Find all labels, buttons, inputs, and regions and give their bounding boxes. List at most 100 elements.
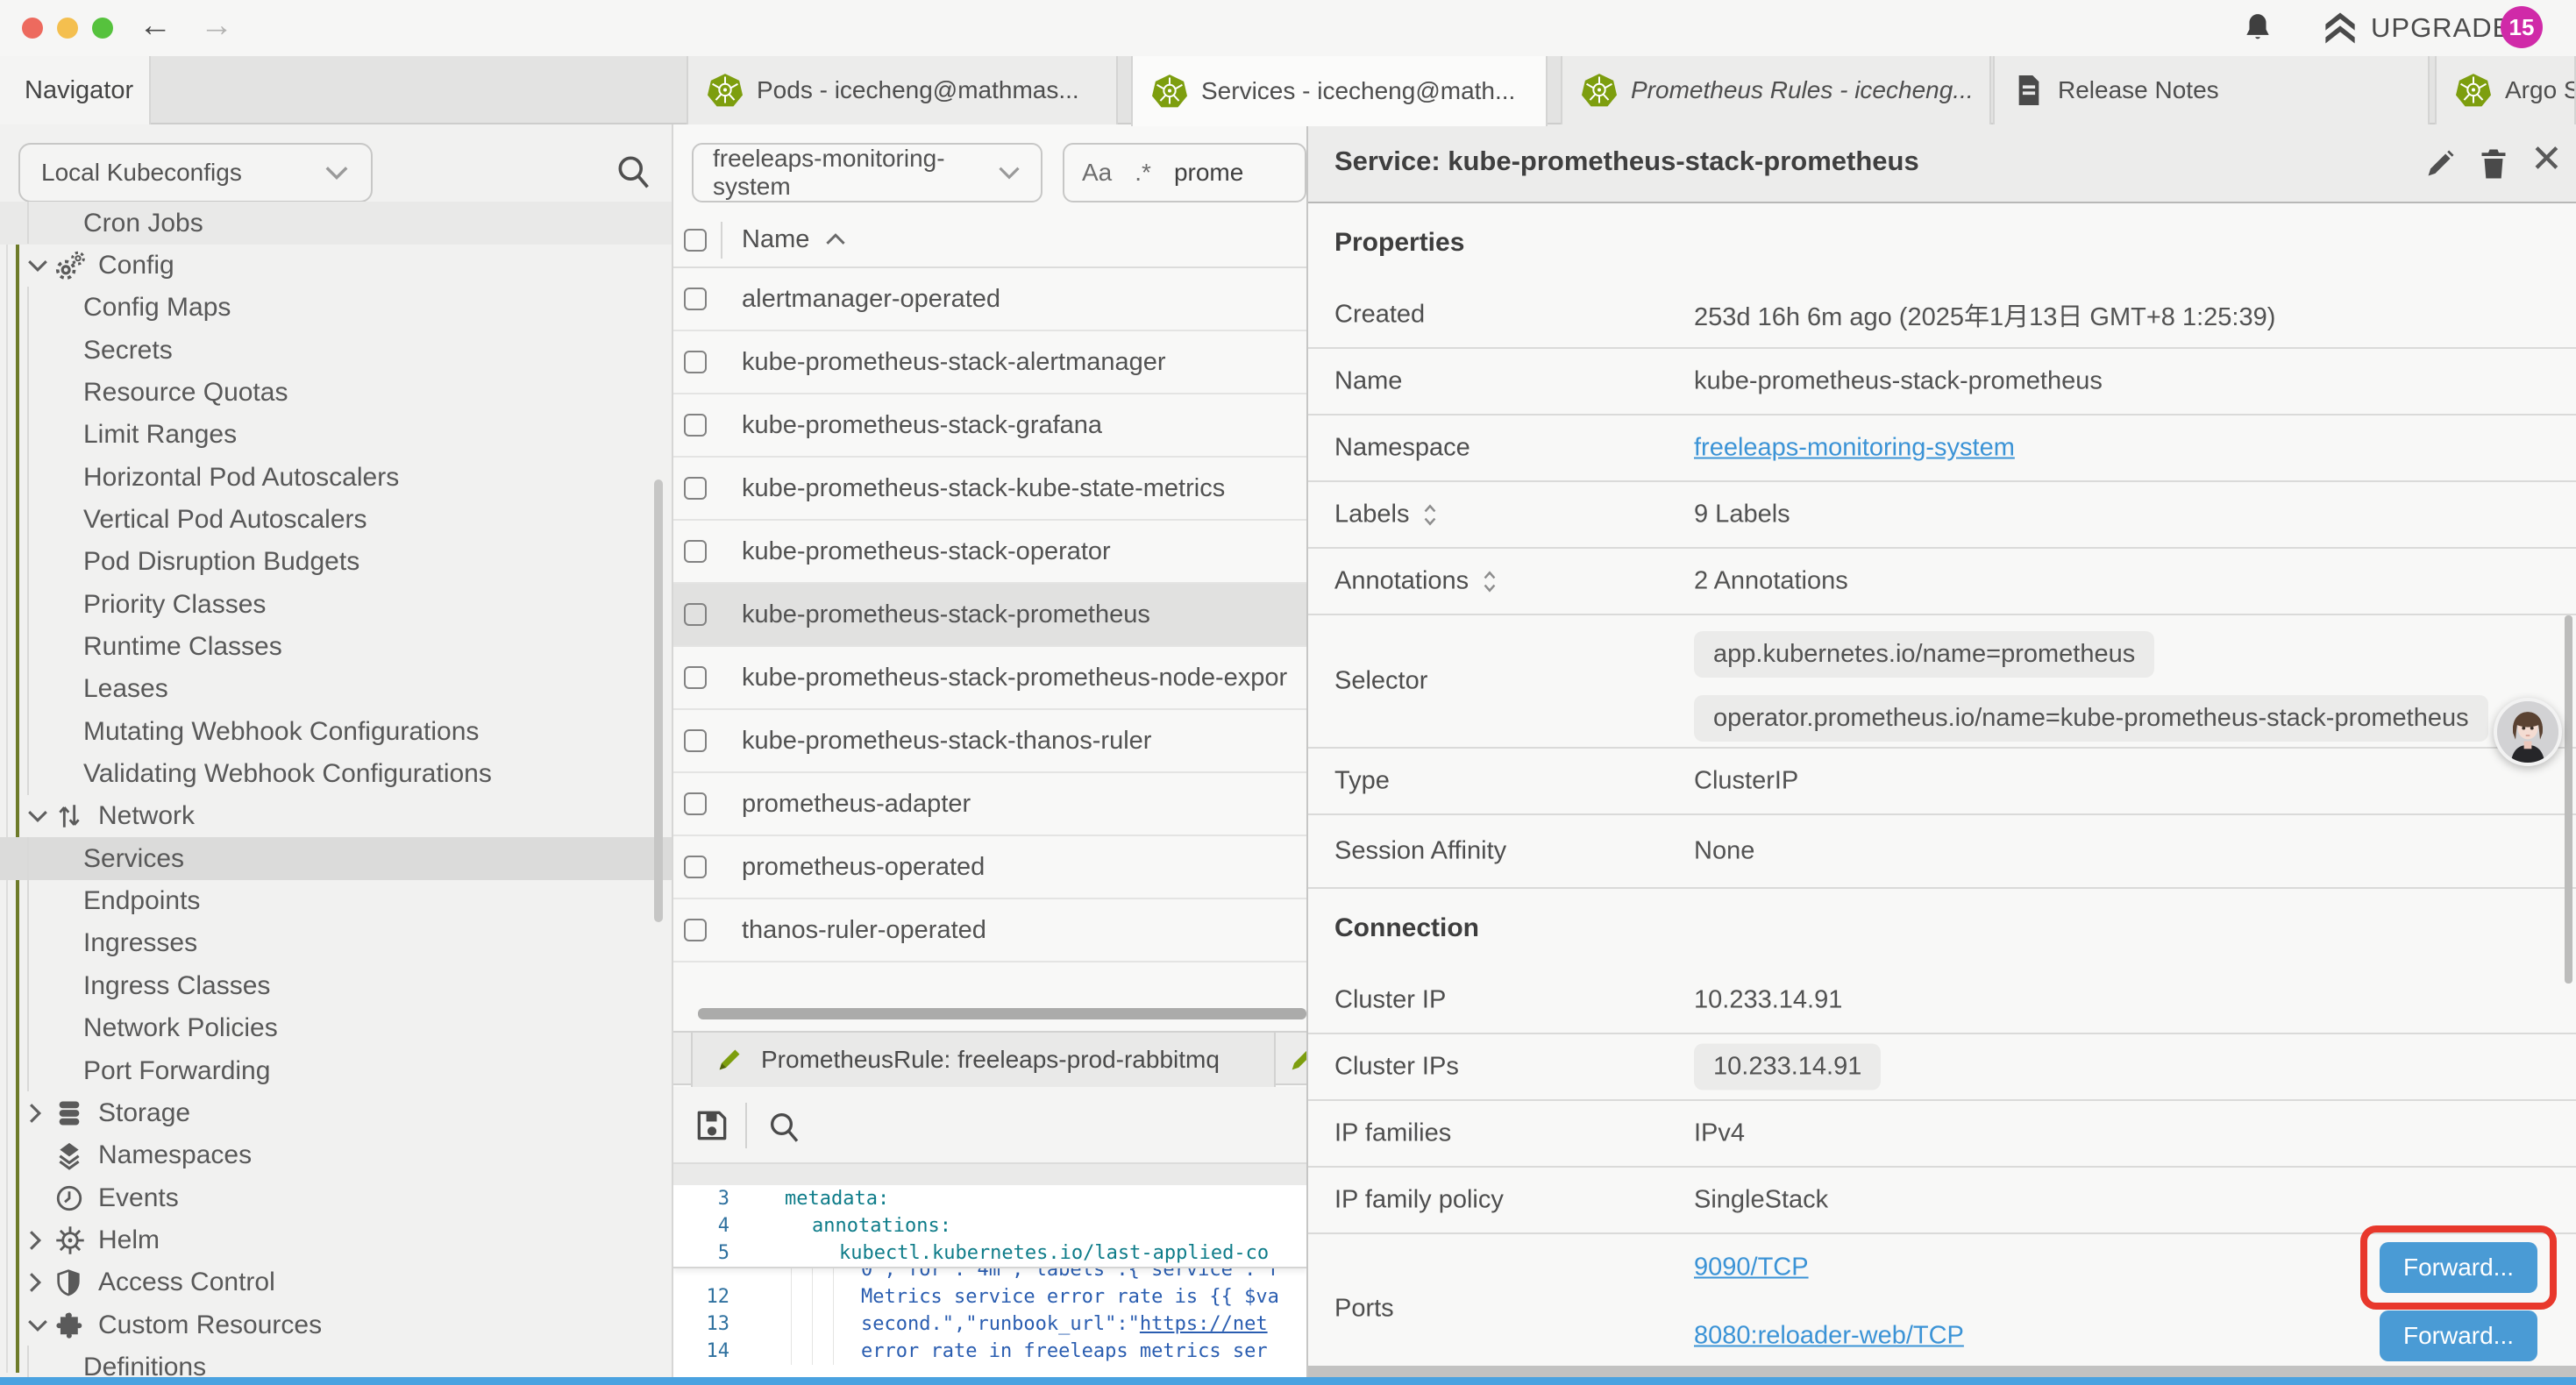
row-checkbox[interactable] <box>684 477 707 500</box>
row-checkbox[interactable] <box>684 666 707 689</box>
horizontal-scrollbar[interactable] <box>698 1008 1306 1019</box>
row-checkbox[interactable] <box>684 603 707 626</box>
table-row[interactable]: kube-prometheus-stack-kube-state-metrics <box>673 458 1306 521</box>
match-case-toggle[interactable]: Aa <box>1082 159 1112 187</box>
port-link[interactable]: 9090/TCP <box>1694 1254 1809 1282</box>
detail-scrollbar[interactable] <box>2565 615 2572 984</box>
sidebar-item-leases[interactable]: Leases <box>0 668 672 711</box>
namespace-filter-dropdown[interactable]: freeleaps-monitoring-system <box>692 143 1042 202</box>
tab-services-icecheng-math[interactable]: Services - icecheng@math...✕ <box>1131 56 1548 126</box>
back-arrow-icon[interactable]: ← <box>139 7 172 45</box>
port-link[interactable]: 8080:reloader-web/TCP <box>1694 1322 1964 1351</box>
row-checkbox[interactable] <box>684 351 707 373</box>
tab-pods-icecheng-mathmas[interactable]: Pods - icecheng@mathmas... <box>687 56 1118 124</box>
table-row[interactable]: prometheus-operated <box>673 836 1306 899</box>
detail-row-session-affinity: Session AffinityNone <box>1308 815 2576 889</box>
window-maximize-button[interactable] <box>92 18 113 39</box>
sidebar-item-events[interactable]: Events <box>0 1176 672 1219</box>
sidebar-item-namespaces[interactable]: Namespaces <box>0 1134 672 1177</box>
sort-ascending-icon[interactable] <box>824 232 847 246</box>
select-all-checkbox[interactable] <box>684 229 707 252</box>
sidebar-item-vertical-pod-autoscalers[interactable]: Vertical Pod Autoscalers <box>0 498 672 541</box>
sidebar-item-network[interactable]: Network <box>0 795 672 838</box>
close-icon[interactable]: ✕ <box>1545 74 1548 109</box>
sidebar-item-cron-jobs[interactable]: Cron Jobs <box>0 202 672 245</box>
prometheusrule-editor-tab[interactable]: PrometheusRule: freeleaps-prod-rabbitmq <box>691 1033 1276 1087</box>
tab-argo-se[interactable]: Argo Se <box>2435 56 2576 124</box>
chevron-right-icon[interactable] <box>26 1229 44 1252</box>
regex-toggle[interactable]: .* <box>1135 159 1151 187</box>
forward-arrow-icon[interactable]: → <box>200 7 233 45</box>
detail-label: Namespace <box>1334 434 1470 463</box>
sidebar-item-endpoints[interactable]: Endpoints <box>0 880 672 923</box>
namespace-link[interactable]: freeleaps-monitoring-system <box>1694 434 2015 462</box>
detail-row-labels: Labels9 Labels <box>1308 482 2576 549</box>
sidebar-item-access-control[interactable]: Access Control <box>0 1261 672 1304</box>
sidebar-item-pod-disruption-budgets[interactable]: Pod Disruption Budgets <box>0 541 672 584</box>
name-search-input[interactable]: Aa .* prome <box>1063 143 1306 202</box>
sort-updown-icon[interactable] <box>1420 501 1441 528</box>
sidebar-item-network-policies[interactable]: Network Policies <box>0 1007 672 1050</box>
second-editor-tab[interactable] <box>1276 1033 1306 1087</box>
table-row[interactable]: kube-prometheus-stack-alertmanager <box>673 331 1306 394</box>
sidebar-item-custom-resources[interactable]: Custom Resources <box>0 1303 672 1346</box>
sidebar-item-port-forwarding[interactable]: Port Forwarding <box>0 1049 672 1092</box>
detail-horizontal-scrollbar[interactable] <box>1308 1366 2576 1378</box>
sidebar-item-resource-quotas[interactable]: Resource Quotas <box>0 371 672 414</box>
bell-icon[interactable] <box>2241 11 2274 46</box>
table-row[interactable]: kube-prometheus-stack-operator <box>673 521 1306 584</box>
row-checkbox[interactable] <box>684 414 707 437</box>
sidebar-scrollbar[interactable] <box>654 479 663 922</box>
trash-icon[interactable] <box>2478 146 2509 182</box>
table-row[interactable]: kube-prometheus-stack-thanos-ruler <box>673 710 1306 773</box>
chevron-right-icon[interactable] <box>26 1102 44 1125</box>
yaml-editor[interactable]: 3metadata:4annotations:5kubectl.kubernet… <box>673 1185 1306 1378</box>
row-checkbox[interactable] <box>684 288 707 310</box>
forward-button[interactable]: Forward... <box>2380 1310 2537 1361</box>
edit-pencil-icon[interactable] <box>2423 147 2457 181</box>
sidebar-item-config-maps[interactable]: Config Maps <box>0 287 672 330</box>
notification-count-badge[interactable]: 15 <box>2501 6 2543 48</box>
sort-updown-icon[interactable] <box>1479 568 1500 594</box>
sidebar-item-storage[interactable]: Storage <box>0 1091 672 1134</box>
sidebar-item-ingress-classes[interactable]: Ingress Classes <box>0 964 672 1007</box>
runbook-url-link[interactable]: https://net <box>1140 1313 1268 1335</box>
chevron-down-icon[interactable] <box>26 807 49 825</box>
tab-prometheus-rules-icecheng[interactable]: Prometheus Rules - icecheng... <box>1561 56 1991 124</box>
table-row[interactable]: kube-prometheus-stack-prometheus <box>673 584 1306 647</box>
table-row[interactable]: prometheus-adapter <box>673 773 1306 836</box>
navigator-panel-tab[interactable]: Navigator <box>0 56 151 124</box>
row-checkbox[interactable] <box>684 856 707 878</box>
sidebar-item-config[interactable]: Config <box>0 244 672 287</box>
close-icon[interactable]: ✕ <box>2530 137 2563 181</box>
table-row[interactable]: alertmanager-operated <box>673 268 1306 331</box>
tab-release-notes[interactable]: Release Notes <box>1993 56 2430 124</box>
table-row[interactable]: kube-prometheus-stack-prometheus-node-ex… <box>673 647 1306 710</box>
sidebar-item-services[interactable]: Services <box>0 837 672 880</box>
sidebar-item-helm[interactable]: Helm <box>0 1218 672 1261</box>
sidebar-item-priority-classes[interactable]: Priority Classes <box>0 583 672 626</box>
row-checkbox[interactable] <box>684 540 707 563</box>
window-minimize-button[interactable] <box>57 18 78 39</box>
avatar[interactable] <box>2494 698 2562 766</box>
row-checkbox[interactable] <box>684 792 707 815</box>
window-close-button[interactable] <box>22 18 43 39</box>
sidebar-item-runtime-classes[interactable]: Runtime Classes <box>0 626 672 669</box>
row-checkbox[interactable] <box>684 729 707 752</box>
chevron-down-icon[interactable] <box>26 1317 49 1334</box>
sidebar-item-mutating-webhook-configurations[interactable]: Mutating Webhook Configurations <box>0 710 672 753</box>
table-row[interactable]: thanos-ruler-operated <box>673 899 1306 962</box>
sidebar-item-validating-webhook-configurations[interactable]: Validating Webhook Configurations <box>0 753 672 796</box>
sidebar-item-secrets[interactable]: Secrets <box>0 329 672 372</box>
save-icon[interactable] <box>693 1106 731 1145</box>
sidebar-item-ingresses[interactable]: Ingresses <box>0 922 672 965</box>
upgrade-button[interactable]: UPGRADE <box>2322 9 2511 47</box>
search-icon[interactable] <box>766 1108 801 1145</box>
sidebar-item-limit-ranges[interactable]: Limit Ranges <box>0 414 672 457</box>
chevron-right-icon[interactable] <box>26 1271 44 1294</box>
name-column-header[interactable]: Name <box>742 225 809 254</box>
table-row[interactable]: kube-prometheus-stack-grafana <box>673 394 1306 458</box>
row-checkbox[interactable] <box>684 919 707 941</box>
chevron-down-icon[interactable] <box>26 257 49 274</box>
sidebar-item-horizontal-pod-autoscalers[interactable]: Horizontal Pod Autoscalers <box>0 456 672 499</box>
